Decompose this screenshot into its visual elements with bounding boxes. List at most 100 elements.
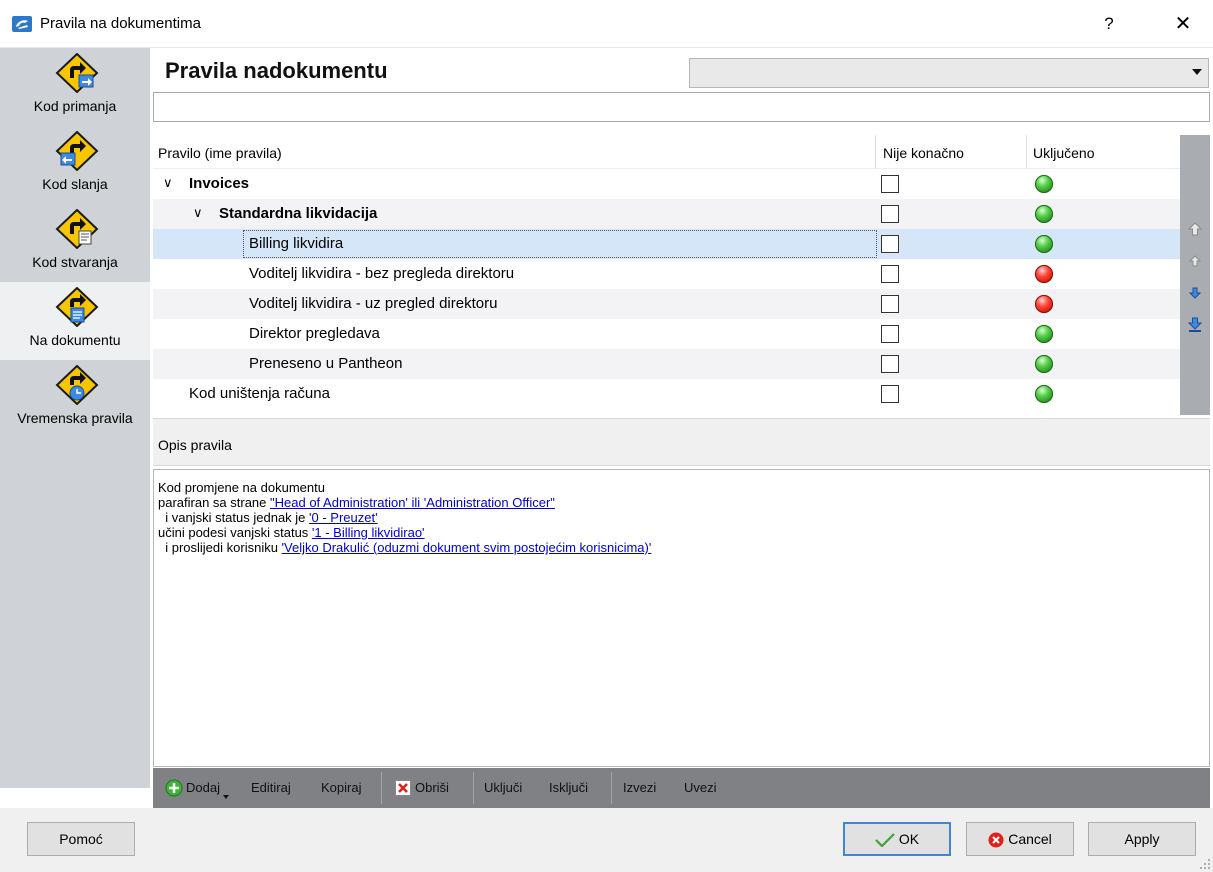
cancel-label: Cancel	[1008, 831, 1052, 847]
chevron-down-icon[interactable]: ∨	[193, 205, 203, 221]
rule-name: Direktor pregledava	[249, 325, 380, 342]
not-final-checkbox[interactable]	[881, 235, 899, 253]
rule-name: Billing likvidira	[249, 235, 344, 252]
description-text: i vanjski status jednak je	[158, 510, 310, 525]
rule-name: Invoices	[189, 175, 250, 192]
table-row[interactable]: Kod uništenja računa	[153, 379, 1180, 409]
not-final-checkbox[interactable]	[881, 265, 899, 283]
status-disabled-icon	[1035, 265, 1053, 283]
rule-description: Kod promjene na dokumentu parafiran sa s…	[153, 469, 1210, 767]
add-icon[interactable]	[165, 779, 183, 797]
description-header: Opis pravila	[153, 418, 1210, 466]
title-bar: Pravila na dokumentima ? ✕	[0, 0, 1213, 48]
table-header: Pravilo (ime pravila) Nije konačno Uklju…	[153, 135, 1180, 169]
copy-button[interactable]: Kopiraj	[321, 780, 361, 795]
sidebar-item-label: Kod stvaranja	[32, 254, 118, 270]
cancel-button[interactable]: Cancel	[966, 822, 1074, 856]
page-title: Pravila nadokumentu	[165, 58, 388, 83]
rules-toolbar: Dodaj Editiraj Kopiraj Obriši Uključi Is…	[153, 768, 1210, 808]
table-row[interactable]: Voditelj likvidira - bez pregleda direkt…	[153, 259, 1180, 289]
add-button[interactable]: Dodaj	[186, 780, 220, 795]
outgoing-rule-icon	[55, 131, 99, 171]
toolbar-divider	[473, 772, 474, 804]
sidebar-item-kod-primanja[interactable]: Kod primanja	[0, 48, 150, 126]
sidebar-item-kod-stvaranja[interactable]: Kod stvaranja	[0, 204, 150, 282]
description-text: Kod promjene na dokumentu	[158, 480, 325, 495]
apply-button[interactable]: Apply	[1088, 822, 1196, 856]
not-final-checkbox[interactable]	[881, 325, 899, 343]
status-enabled-icon	[1035, 325, 1053, 343]
sidebar-item-na-dokumentu[interactable]: Na dokumentu	[0, 282, 150, 360]
app-logo-icon	[12, 16, 32, 32]
sidebar-item-label: Na dokumentu	[29, 332, 121, 348]
chevron-down-icon[interactable]: ∨	[163, 175, 173, 191]
chevron-down-icon[interactable]	[223, 795, 229, 799]
sidebar-item-label: Kod slanja	[42, 176, 108, 192]
filter-input[interactable]	[153, 92, 1210, 122]
description-line: i proslijedi korisniku 'Veljko Drakulić …	[158, 540, 1205, 555]
status-enabled-icon	[1035, 175, 1053, 193]
table-row[interactable]: ∨ Invoices	[153, 169, 1180, 199]
export-button[interactable]: Izvezi	[623, 780, 656, 795]
ok-label: OK	[898, 831, 920, 847]
column-divider	[875, 135, 876, 169]
set-status-link[interactable]: '1 - Billing likvidirao'	[312, 525, 425, 540]
help-button[interactable]: ?	[1094, 9, 1124, 39]
rule-name: Preneseno u Pantheon	[249, 355, 403, 372]
sidebar-item-kod-slanja[interactable]: Kod slanja	[0, 126, 150, 204]
rule-name: Voditelj likvidira - uz pregled direktor…	[249, 295, 498, 312]
column-divider	[1026, 135, 1027, 169]
cancel-icon	[988, 832, 1004, 848]
resize-grip-icon[interactable]	[1199, 858, 1211, 870]
forward-user-link[interactable]: 'Veljko Drakulić (oduzmi dokument svim p…	[282, 540, 652, 555]
disable-button[interactable]: Isključi	[549, 780, 588, 795]
approver-link[interactable]: "Head of Administration' ili 'Administra…	[270, 495, 555, 510]
not-final-checkbox[interactable]	[881, 385, 899, 403]
close-button[interactable]: ✕	[1168, 9, 1198, 39]
table-row[interactable]: Voditelj likvidira - uz pregled direktor…	[153, 289, 1180, 319]
not-final-checkbox[interactable]	[881, 355, 899, 373]
move-up-icon[interactable]	[1187, 253, 1203, 269]
description-line: parafiran sa strane "Head of Administrat…	[158, 495, 1205, 510]
enable-button[interactable]: Uključi	[484, 780, 522, 795]
rule-group-dropdown[interactable]	[689, 58, 1209, 88]
move-to-top-icon[interactable]	[1187, 221, 1203, 237]
column-header-not-final[interactable]: Nije konačno	[883, 145, 964, 161]
rule-name: Standardna likvidacija	[219, 205, 378, 222]
status-enabled-icon	[1035, 355, 1053, 373]
sidebar-item-vremenska-pravila[interactable]: Vremenska pravila	[0, 360, 150, 438]
column-header-rule-name[interactable]: Pravilo (ime pravila)	[158, 145, 282, 161]
description-line: i vanjski status jednak je '0 - Preuzet'	[158, 510, 1205, 525]
column-header-enabled[interactable]: Uključeno	[1033, 145, 1094, 161]
edit-button[interactable]: Editiraj	[251, 780, 291, 795]
status-condition-link[interactable]: '0 - Preuzet'	[309, 510, 378, 525]
move-to-bottom-icon[interactable]	[1187, 317, 1203, 333]
rules-table: Pravilo (ime pravila) Nije konačno Uklju…	[153, 135, 1180, 415]
delete-icon[interactable]	[395, 780, 411, 796]
description-text: učini podesi vanjski status	[158, 525, 312, 540]
not-final-checkbox[interactable]	[881, 295, 899, 313]
delete-button[interactable]: Obriši	[415, 780, 449, 795]
not-final-checkbox[interactable]	[881, 205, 899, 223]
dialog-footer: Pomoć OK Cancel Apply	[0, 808, 1213, 872]
toolbar-divider	[381, 772, 382, 804]
move-down-icon[interactable]	[1187, 285, 1203, 301]
table-row[interactable]: Direktor pregledava	[153, 319, 1180, 349]
status-enabled-icon	[1035, 205, 1053, 223]
incoming-rule-icon	[55, 53, 99, 93]
timed-rule-icon	[55, 365, 99, 405]
import-button[interactable]: Uvezi	[684, 780, 717, 795]
help-dialog-button[interactable]: Pomoć	[27, 822, 135, 856]
sidebar-item-label: Kod primanja	[33, 98, 117, 114]
ok-button[interactable]: OK	[843, 822, 951, 856]
table-row[interactable]: Billing likvidira	[153, 229, 1180, 259]
description-label: Opis pravila	[158, 437, 232, 453]
checkmark-icon	[875, 833, 895, 848]
chevron-down-icon	[1192, 69, 1202, 75]
table-row[interactable]: Preneseno u Pantheon	[153, 349, 1180, 379]
not-final-checkbox[interactable]	[881, 175, 899, 193]
table-row[interactable]: ∨ Standardna likvidacija	[153, 199, 1180, 229]
create-rule-icon	[55, 209, 99, 249]
reorder-panel	[1180, 135, 1210, 415]
description-text: parafiran sa strane	[158, 495, 271, 510]
